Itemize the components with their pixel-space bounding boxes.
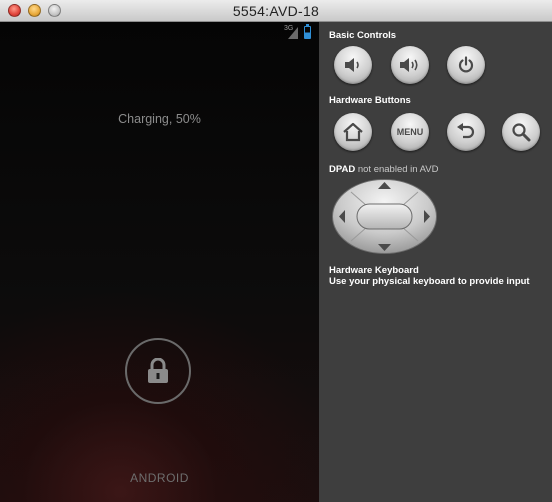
home-button[interactable]: [334, 113, 372, 151]
window-titlebar[interactable]: 5554:AVD-18: [0, 0, 552, 22]
keyboard-header: Hardware Keyboard: [329, 265, 419, 276]
search-button[interactable]: [502, 113, 540, 151]
dpad-control[interactable]: [331, 178, 438, 255]
charging-status-text: Charging, 50%: [118, 112, 201, 126]
status-bar-icons: 3G: [284, 24, 311, 39]
menu-button[interactable]: MENU: [391, 113, 429, 151]
volume-down-icon: [345, 58, 359, 72]
volume-up-icon: [400, 58, 418, 72]
menu-button-label: MENU: [396, 127, 424, 137]
unlock-ring[interactable]: [125, 338, 191, 404]
volume-up-button[interactable]: [391, 46, 429, 84]
signal-icon: 3G: [284, 25, 298, 39]
lock-icon: [148, 358, 168, 383]
battery-icon: [304, 24, 311, 39]
dpad-center-button[interactable]: [356, 203, 413, 230]
dpad-label: DPAD: [329, 164, 356, 175]
home-icon: [343, 122, 363, 142]
window-title: 5554:AVD-18: [232, 3, 320, 19]
search-icon: [512, 123, 531, 142]
hardware-buttons-header: Hardware Buttons: [329, 95, 411, 106]
volume-down-button[interactable]: [334, 46, 372, 84]
back-icon: [457, 123, 475, 139]
emulator-screen[interactable]: 3G Charging, 50% ANDROID: [0, 22, 319, 502]
carrier-label: ANDROID: [130, 471, 189, 485]
power-button[interactable]: [447, 46, 485, 84]
power-icon: [458, 56, 474, 73]
dpad-header: DPAD not enabled in AVD: [329, 164, 439, 175]
dpad-note: not enabled in AVD: [357, 164, 439, 175]
basic-controls-header: Basic Controls: [329, 30, 397, 41]
back-button[interactable]: [447, 113, 485, 151]
controls-panel: Basic Controls Hardware Buttons MENU DPA…: [319, 22, 552, 502]
keyboard-note: Use your physical keyboard to provide in…: [329, 276, 530, 287]
